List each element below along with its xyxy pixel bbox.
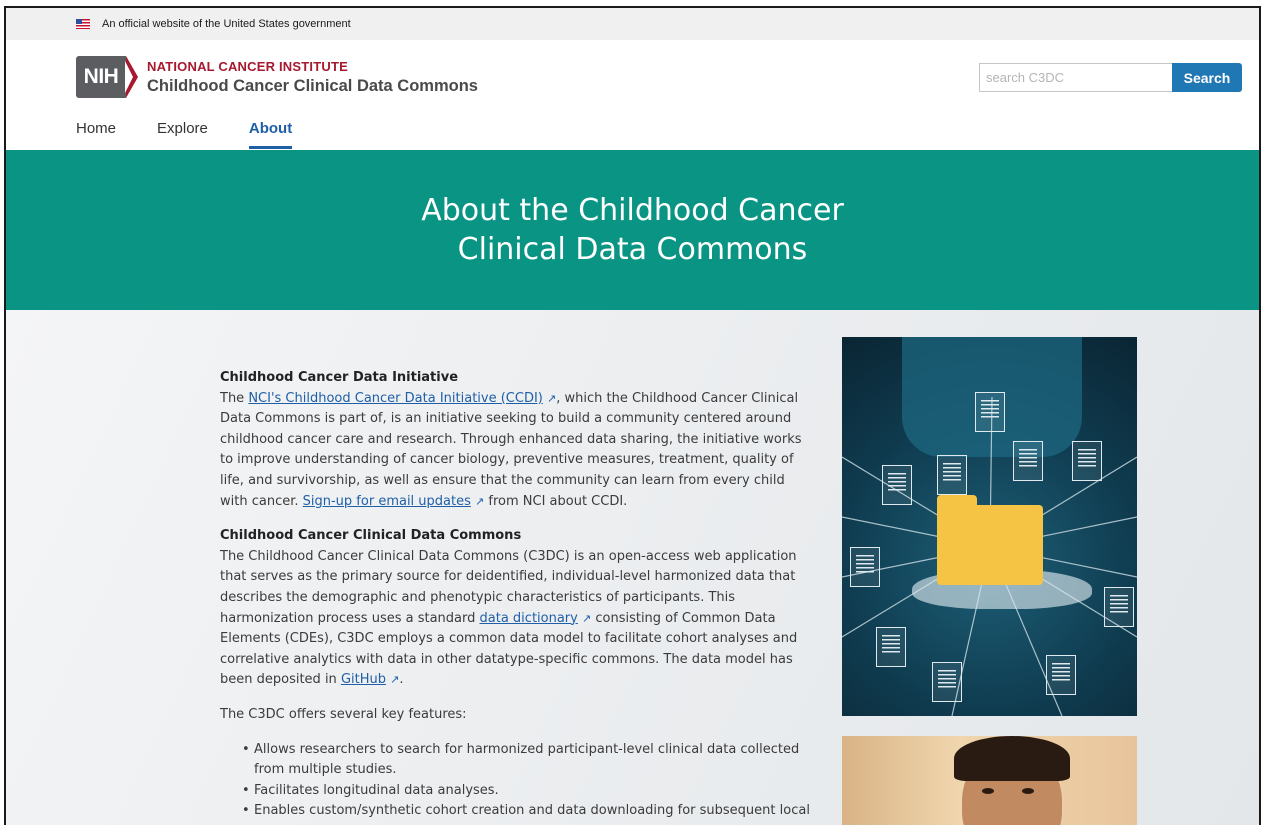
features-list: Allows researchers to search for harmoni…: [220, 740, 810, 825]
document-icon: [876, 627, 906, 667]
github-link[interactable]: GitHub: [341, 672, 386, 687]
nav-item-about[interactable]: About: [248, 120, 293, 149]
section-paragraph-c3dc: The Childhood Cancer Clinical Data Commo…: [220, 548, 798, 688]
child-photo: [842, 736, 1137, 825]
section-paragraph-ccdi: The NCI's Childhood Cancer Data Initiati…: [220, 390, 802, 509]
hero-banner: About the Childhood Cancer Clinical Data…: [6, 150, 1259, 310]
nih-logo-text: NIH: [76, 56, 126, 98]
gov-banner-text: An official website of the United States…: [102, 18, 351, 30]
site-header: NIH NATIONAL CANCER INSTITUTE Childhood …: [6, 40, 1259, 150]
email-signup-link[interactable]: Sign-up for email updates: [303, 494, 471, 509]
features-intro: The C3DC offers several key features:: [220, 706, 467, 722]
nav-item-home[interactable]: Home: [76, 120, 116, 149]
search-input[interactable]: [979, 63, 1173, 92]
nih-logo[interactable]: NIH: [76, 56, 138, 98]
site-name[interactable]: Childhood Cancer Clinical Data Commons: [147, 77, 478, 96]
data-dictionary-link[interactable]: data dictionary: [480, 611, 578, 626]
document-icon: [850, 547, 880, 587]
external-link-icon[interactable]: ↗: [582, 612, 591, 625]
us-flag-icon: [76, 19, 90, 29]
external-link-icon[interactable]: ↗: [547, 392, 556, 405]
search-button[interactable]: Search: [1172, 63, 1242, 92]
document-icon: [1046, 655, 1076, 695]
document-icon: [1072, 441, 1102, 481]
data-folder-illustration: [842, 337, 1137, 716]
document-icon: [932, 662, 962, 702]
section-heading-c3dc: Childhood Cancer Clinical Data Commons: [220, 528, 522, 544]
page-title: About the Childhood Cancer Clinical Data…: [421, 193, 844, 267]
about-content: Childhood Cancer Data Initiative The NCI…: [220, 368, 810, 825]
list-item: Facilitates longitudinal data analyses.: [242, 781, 810, 802]
list-item: Allows researchers to search for harmoni…: [242, 740, 810, 781]
external-link-icon[interactable]: ↗: [475, 495, 484, 508]
document-icon: [1104, 587, 1134, 627]
section-heading-ccdi: Childhood Cancer Data Initiative: [220, 370, 459, 385]
document-icon: [975, 392, 1005, 432]
gov-banner: An official website of the United States…: [6, 8, 1259, 40]
org-name[interactable]: NATIONAL CANCER INSTITUTE: [147, 59, 348, 74]
external-link-icon[interactable]: ↗: [390, 673, 399, 686]
main-content-area: Childhood Cancer Data Initiative The NCI…: [6, 310, 1259, 825]
document-icon: [1013, 441, 1043, 481]
ccdi-link[interactable]: NCI's Childhood Cancer Data Initiative (…: [248, 391, 543, 406]
document-icon: [882, 465, 912, 505]
nav-item-explore[interactable]: Explore: [157, 120, 208, 149]
list-item: Enables custom/synthetic cohort creation…: [242, 801, 810, 825]
document-icon: [937, 455, 967, 495]
folder-icon: [937, 495, 1043, 585]
main-nav: Home Explore About: [76, 120, 293, 149]
browser-viewport: An official website of the United States…: [4, 6, 1261, 825]
